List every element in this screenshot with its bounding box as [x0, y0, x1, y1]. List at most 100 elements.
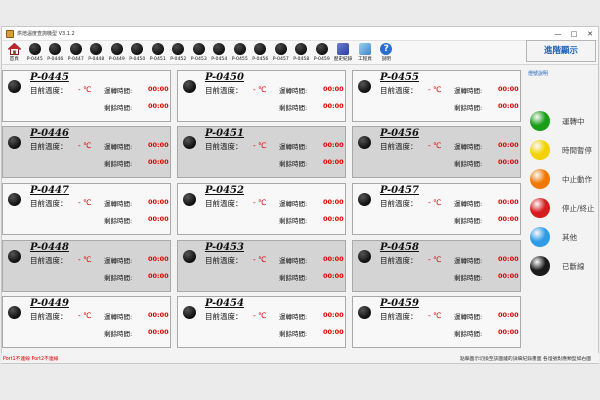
- advanced-display-button[interactable]: 進階顯示: [526, 40, 596, 62]
- unit-id[interactable]: P-0448: [30, 242, 69, 253]
- unit-id[interactable]: P-0455: [380, 72, 419, 83]
- toolbar-unit-button[interactable]: P-0452: [168, 41, 189, 62]
- status-light-icon: [530, 227, 550, 247]
- unit-id[interactable]: P-0457: [380, 185, 419, 196]
- run-time-label: 運轉時間:: [454, 87, 483, 95]
- unit-id[interactable]: P-0446: [30, 128, 69, 139]
- status-light-icon: [530, 169, 550, 189]
- unit-card[interactable]: P-0452 目前溫度： - ℃ 運轉時間: 00:00 剩餘時間: 00:00: [177, 183, 346, 235]
- current-temp-value: - ℃: [253, 85, 267, 94]
- status-light-icon: [530, 256, 550, 276]
- toolbar-unit-label: P-0459: [313, 57, 330, 62]
- maximize-button[interactable]: □: [566, 28, 582, 40]
- unit-card[interactable]: P-0458 目前溫度： - ℃ 運轉時間: 00:00 剩餘時間: 00:00: [352, 240, 521, 292]
- run-time-label: 運轉時間:: [279, 143, 308, 151]
- toolbar-unit-label: P-0451: [149, 57, 166, 62]
- toolbar-unit-label: P-0447: [67, 57, 84, 62]
- unit-card[interactable]: P-0455 目前溫度： - ℃ 運轉時間: 00:00 剩餘時間: 00:00: [352, 70, 521, 122]
- unit-id[interactable]: P-0450: [205, 72, 244, 83]
- toolbar-unit-button[interactable]: P-0456: [250, 41, 271, 62]
- remaining-time-value: 00:00: [148, 102, 169, 110]
- status-light-icon: [8, 136, 21, 149]
- unit-id[interactable]: P-0458: [380, 242, 419, 253]
- toolbar-unit-button[interactable]: P-0457: [271, 41, 292, 62]
- toolbar-unit-button[interactable]: P-0447: [66, 41, 87, 62]
- run-time-label: 運轉時間:: [104, 200, 133, 208]
- remaining-time-label: 剩餘時間:: [104, 104, 133, 112]
- toolbar-unit-button[interactable]: P-0451: [148, 41, 169, 62]
- toolbar-unit-button[interactable]: P-0446: [45, 41, 66, 62]
- current-temp-label: 目前溫度：: [205, 86, 243, 95]
- unit-card[interactable]: P-0446 目前溫度： - ℃ 運轉時間: 00:00 剩餘時間: 00:00: [2, 126, 171, 178]
- run-time-value: 00:00: [323, 311, 344, 319]
- unit-id[interactable]: P-0449: [30, 298, 69, 309]
- remaining-time-label: 剩餘時間:: [454, 274, 483, 282]
- toolbar-unit-button[interactable]: P-0455: [230, 41, 251, 62]
- engineer-button[interactable]: 工程頁: [354, 41, 376, 62]
- remaining-time-label: 剩餘時間:: [454, 330, 483, 338]
- current-temp-value: - ℃: [253, 198, 267, 207]
- current-temp-label: 目前溫度：: [380, 142, 418, 151]
- unit-id[interactable]: P-0456: [380, 128, 419, 139]
- side-panel: 進階顯示 燈號說明 運轉中 時間暫停 中止動作 停止/終止 其他 已斷線: [526, 40, 598, 352]
- remaining-time-label: 剩餘時間:: [279, 160, 308, 168]
- run-time-value: 00:00: [323, 198, 344, 206]
- legend-label: 停止/終止: [562, 204, 595, 213]
- legend-item: 已斷線: [528, 256, 598, 278]
- toolbar-unit-button[interactable]: P-0445: [25, 41, 46, 62]
- toolbar-unit-button[interactable]: P-0450: [127, 41, 148, 62]
- unit-card[interactable]: P-0453 目前溫度： - ℃ 運轉時間: 00:00 剩餘時間: 00:00: [177, 240, 346, 292]
- home-button[interactable]: 首頁: [4, 41, 25, 62]
- minimize-button[interactable]: —: [550, 28, 566, 40]
- toolbar-unit-button[interactable]: P-0459: [312, 41, 333, 62]
- unit-card[interactable]: P-0445 目前溫度： - ℃ 運轉時間: 00:00 剩餘時間: 00:00: [2, 70, 171, 122]
- status-light-icon: [183, 193, 196, 206]
- unit-id[interactable]: P-0451: [205, 128, 244, 139]
- unit-id[interactable]: P-0459: [380, 298, 419, 309]
- unit-card[interactable]: P-0447 目前溫度： - ℃ 運轉時間: 00:00 剩餘時間: 00:00: [2, 183, 171, 235]
- toolbar-unit-button[interactable]: P-0458: [291, 41, 312, 62]
- toolbar-unit-label: P-0458: [293, 57, 310, 62]
- unit-id[interactable]: P-0445: [30, 72, 69, 83]
- remaining-time-label: 剩餘時間:: [104, 330, 133, 338]
- remaining-time-label: 剩餘時間:: [454, 217, 483, 225]
- wrench-icon: [359, 43, 371, 55]
- remaining-time-label: 剩餘時間:: [279, 330, 308, 338]
- unit-id[interactable]: P-0454: [205, 298, 244, 309]
- title-bar: 烘焙溫度查詢機型 V3.1.2 — □ ✕: [2, 27, 598, 41]
- toolbar-unit-button[interactable]: P-0449: [107, 41, 128, 62]
- current-temp-value: - ℃: [78, 255, 92, 264]
- unit-card[interactable]: P-0456 目前溫度： - ℃ 運轉時間: 00:00 剩餘時間: 00:00: [352, 126, 521, 178]
- run-time-value: 00:00: [148, 198, 169, 206]
- run-time-label: 運轉時間:: [104, 143, 133, 151]
- run-time-value: 00:00: [323, 85, 344, 93]
- toolbar-unit-label: P-0445: [26, 57, 43, 62]
- current-temp-label: 目前溫度：: [380, 256, 418, 265]
- toolbar-unit-button[interactable]: P-0453: [189, 41, 210, 62]
- unit-card[interactable]: P-0457 目前溫度： - ℃ 運轉時間: 00:00 剩餘時間: 00:00: [352, 183, 521, 235]
- run-time-label: 運轉時間:: [104, 257, 133, 265]
- unit-id[interactable]: P-0452: [205, 185, 244, 196]
- unit-id[interactable]: P-0447: [30, 185, 69, 196]
- unit-card[interactable]: P-0459 目前溫度： - ℃ 運轉時間: 00:00 剩餘時間: 00:00: [352, 296, 521, 348]
- help-button[interactable]: ? 說明: [376, 41, 397, 62]
- toolbar-unit-button[interactable]: P-0454: [209, 41, 230, 62]
- toolbar-unit-button[interactable]: P-0448: [86, 41, 107, 62]
- current-temp-label: 目前溫度：: [30, 199, 68, 208]
- history-button[interactable]: 歷史紀錄: [332, 41, 354, 62]
- remaining-time-value: 00:00: [498, 272, 519, 280]
- unit-id[interactable]: P-0453: [205, 242, 244, 253]
- unit-card[interactable]: P-0449 目前溫度： - ℃ 運轉時間: 00:00 剩餘時間: 00:00: [2, 296, 171, 348]
- remaining-time-value: 00:00: [323, 328, 344, 336]
- status-light-icon: [530, 198, 550, 218]
- unit-card[interactable]: P-0450 目前溫度： - ℃ 運轉時間: 00:00 剩餘時間: 00:00: [177, 70, 346, 122]
- run-time-value: 00:00: [323, 141, 344, 149]
- close-button[interactable]: ✕: [582, 28, 598, 40]
- toolbar-unit-label: P-0453: [190, 57, 207, 62]
- status-light-icon: [8, 306, 21, 319]
- toolbar: 首頁 P-0445 P-0446 P-0447 P-0448 P-0449 P-0450 P…: [2, 41, 598, 65]
- current-temp-label: 目前溫度：: [30, 256, 68, 265]
- unit-card[interactable]: P-0448 目前溫度： - ℃ 運轉時間: 00:00 剩餘時間: 00:00: [2, 240, 171, 292]
- unit-card[interactable]: P-0454 目前溫度： - ℃ 運轉時間: 00:00 剩餘時間: 00:00: [177, 296, 346, 348]
- unit-card[interactable]: P-0451 目前溫度： - ℃ 運轉時間: 00:00 剩餘時間: 00:00: [177, 126, 346, 178]
